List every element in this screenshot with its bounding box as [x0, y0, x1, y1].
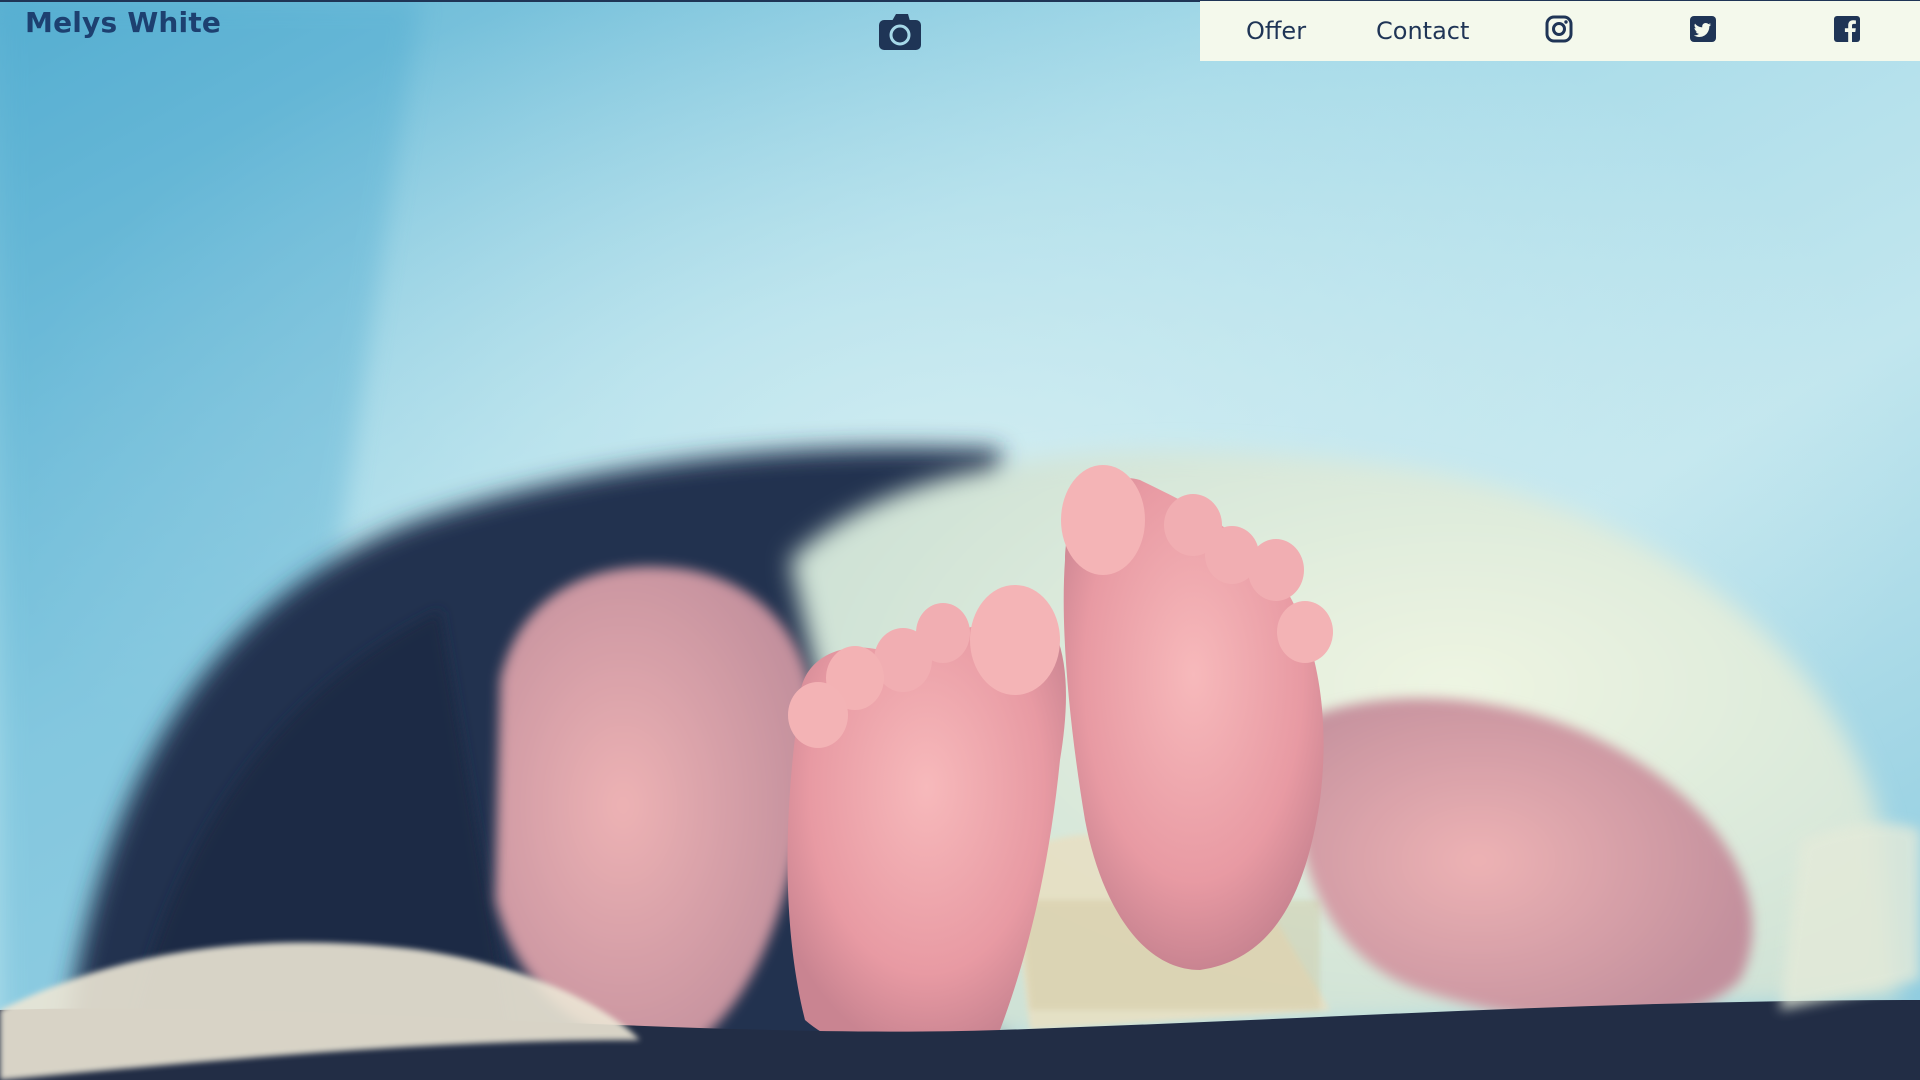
facebook-icon[interactable]: [1832, 14, 1862, 44]
top-nav: Offer Contact: [1200, 1, 1920, 61]
camera-icon[interactable]: [876, 10, 924, 54]
site-title[interactable]: Melys White: [25, 6, 221, 39]
twitter-icon[interactable]: [1688, 14, 1718, 44]
instagram-icon[interactable]: [1544, 14, 1574, 44]
hero-image: [0, 0, 1920, 1080]
page: Melys White Offer Contact: [0, 0, 1920, 1080]
nav-link-offer[interactable]: Offer: [1246, 1, 1306, 61]
camera-icon-graphic: [879, 14, 921, 50]
nav-link-contact[interactable]: Contact: [1376, 1, 1469, 61]
